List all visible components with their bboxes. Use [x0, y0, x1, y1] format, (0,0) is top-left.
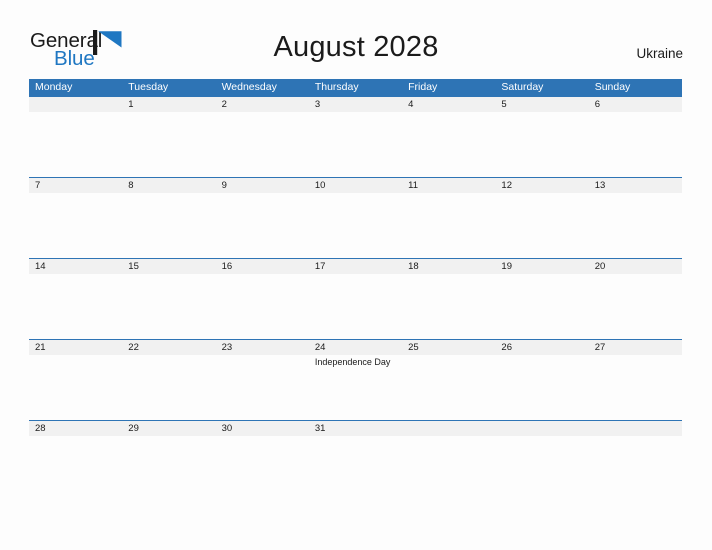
day-cell[interactable]	[495, 193, 588, 259]
day-cell[interactable]	[216, 355, 309, 421]
day-number[interactable]: 5	[495, 97, 588, 112]
week-date-band: 14 15 16 17 18 19 20	[29, 259, 682, 274]
day-cell[interactable]	[402, 436, 495, 502]
day-cell[interactable]	[402, 274, 495, 340]
day-number[interactable]: 25	[402, 340, 495, 355]
day-number[interactable]: 9	[216, 178, 309, 193]
weekday-header-tuesday: Tuesday	[128, 81, 169, 93]
week-row: 28 29 30 31	[29, 420, 682, 502]
day-cell[interactable]	[495, 355, 588, 421]
day-cell[interactable]	[29, 274, 122, 340]
week-event-area	[29, 193, 682, 259]
week-event-area: Independence Day	[29, 355, 682, 421]
day-cell[interactable]	[309, 274, 402, 340]
week-event-area	[29, 274, 682, 340]
day-number[interactable]: 13	[589, 178, 682, 193]
day-cell[interactable]	[29, 112, 122, 178]
day-cell[interactable]	[216, 112, 309, 178]
day-number[interactable]	[29, 97, 122, 112]
day-number[interactable]	[495, 421, 588, 436]
day-number[interactable]	[402, 421, 495, 436]
day-cell[interactable]	[216, 193, 309, 259]
calendar-page: General Blue August 2028 Ukraine Monday …	[0, 0, 712, 550]
day-cell[interactable]	[29, 193, 122, 259]
day-cell[interactable]	[216, 436, 309, 502]
weekday-header-monday: Monday	[35, 81, 73, 93]
week-row: 14 15 16 17 18 19 20	[29, 258, 682, 340]
day-number[interactable]: 24	[309, 340, 402, 355]
day-number[interactable]: 8	[122, 178, 215, 193]
day-cell[interactable]	[402, 355, 495, 421]
day-number[interactable]: 1	[122, 97, 215, 112]
day-cell[interactable]	[589, 112, 682, 178]
day-number[interactable]: 11	[402, 178, 495, 193]
day-cell[interactable]	[495, 436, 588, 502]
day-cell[interactable]	[122, 274, 215, 340]
day-number[interactable]: 26	[495, 340, 588, 355]
weekday-header-thursday: Thursday	[314, 81, 359, 93]
day-cell[interactable]	[589, 355, 682, 421]
week-row: 21 22 23 24 25 26 27 Independence Day	[29, 339, 682, 421]
day-number[interactable]: 19	[495, 259, 588, 274]
day-cell[interactable]	[29, 355, 122, 421]
day-number[interactable]: 23	[216, 340, 309, 355]
week-date-band: 1 2 3 4 5 6	[29, 97, 682, 112]
day-cell[interactable]: Independence Day	[309, 355, 402, 421]
weekday-header-row: Monday Tuesday Wednesday Thursday Friday…	[29, 79, 682, 96]
day-number[interactable]: 27	[589, 340, 682, 355]
weekday-header-saturday: Saturday	[501, 81, 544, 93]
page-title: August 2028	[273, 31, 439, 63]
day-number[interactable]: 29	[122, 421, 215, 436]
day-number[interactable]: 17	[309, 259, 402, 274]
day-cell[interactable]	[402, 112, 495, 178]
day-cell[interactable]	[122, 355, 215, 421]
week-date-band: 28 29 30 31	[29, 421, 682, 436]
country-label: Ukraine	[636, 46, 683, 61]
day-number[interactable]: 6	[589, 97, 682, 112]
weekday-header-wednesday: Wednesday	[221, 81, 277, 93]
day-number[interactable]: 14	[29, 259, 122, 274]
day-number[interactable]: 12	[495, 178, 588, 193]
weekday-header-sunday: Sunday	[594, 81, 631, 93]
day-cell[interactable]	[495, 274, 588, 340]
day-cell[interactable]	[216, 274, 309, 340]
day-number[interactable]: 15	[122, 259, 215, 274]
day-cell[interactable]	[29, 436, 122, 502]
day-cell[interactable]	[309, 436, 402, 502]
day-number[interactable]: 21	[29, 340, 122, 355]
day-number[interactable]: 2	[216, 97, 309, 112]
day-number[interactable]: 10	[309, 178, 402, 193]
day-number[interactable]: 28	[29, 421, 122, 436]
day-cell[interactable]	[309, 193, 402, 259]
event-label[interactable]: Independence Day	[315, 356, 402, 368]
weekday-header-friday: Friday	[408, 81, 438, 93]
week-date-band: 21 22 23 24 25 26 27	[29, 340, 682, 355]
day-cell[interactable]	[122, 436, 215, 502]
week-event-area	[29, 436, 682, 502]
day-number[interactable]: 22	[122, 340, 215, 355]
day-number[interactable]: 20	[589, 259, 682, 274]
day-number[interactable]: 4	[402, 97, 495, 112]
day-cell[interactable]	[495, 112, 588, 178]
day-cell[interactable]	[309, 112, 402, 178]
day-number[interactable]: 3	[309, 97, 402, 112]
day-number[interactable]	[589, 421, 682, 436]
week-row: 1 2 3 4 5 6	[29, 96, 682, 178]
day-cell[interactable]	[589, 436, 682, 502]
day-cell[interactable]	[402, 193, 495, 259]
day-cell[interactable]	[122, 193, 215, 259]
day-number[interactable]: 30	[216, 421, 309, 436]
day-number[interactable]: 16	[216, 259, 309, 274]
day-cell[interactable]	[122, 112, 215, 178]
day-number[interactable]: 18	[402, 259, 495, 274]
day-cell[interactable]	[589, 193, 682, 259]
day-number[interactable]: 31	[309, 421, 402, 436]
day-cell[interactable]	[589, 274, 682, 340]
day-number[interactable]: 7	[29, 178, 122, 193]
week-date-band: 7 8 9 10 11 12 13	[29, 178, 682, 193]
week-row: 7 8 9 10 11 12 13	[29, 177, 682, 259]
calendar-grid: Monday Tuesday Wednesday Thursday Friday…	[29, 79, 682, 502]
week-event-area	[29, 112, 682, 178]
page-header: General Blue August 2028 Ukraine	[0, 0, 712, 79]
